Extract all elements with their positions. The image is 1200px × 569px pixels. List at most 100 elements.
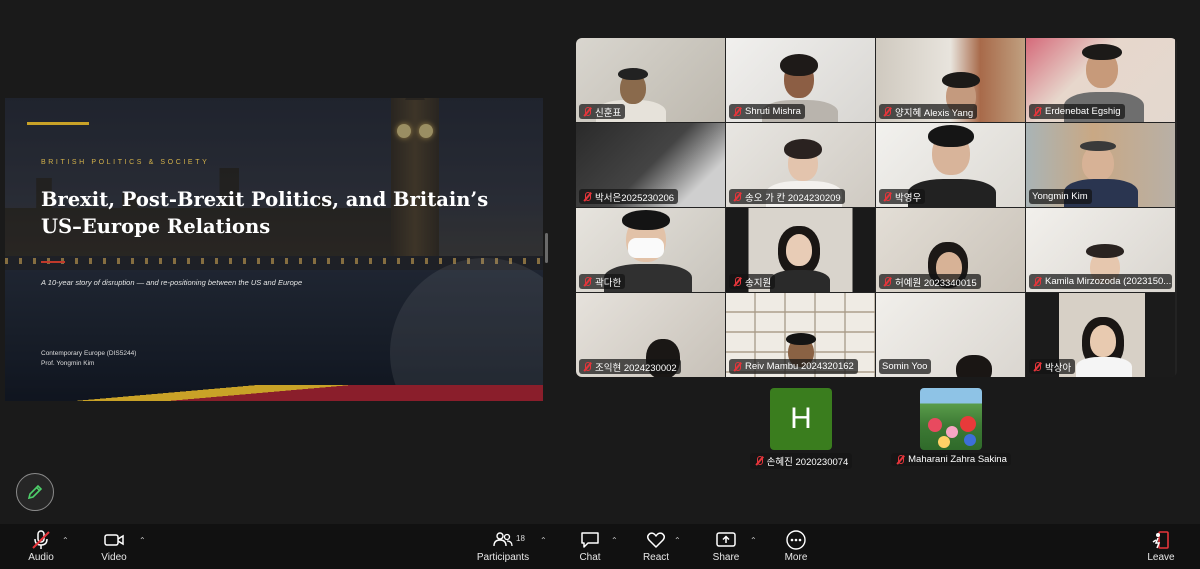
participant-name-tag: 송오 가 칸 2024230209 xyxy=(729,189,845,204)
participant-name-tag: 손혜진 2020230074 xyxy=(749,453,853,469)
video-gallery: 신훈표 Shruti Mishra 양지혜 Alexis Yang Erdene… xyxy=(576,38,1177,377)
participant-name-tag: Erdenebat Egshig xyxy=(1029,104,1125,119)
participant-name-tag: Reiv Mambu 2024320162 xyxy=(729,359,858,374)
slide-title: Brexit, Post-Brexit Politics, and Britai… xyxy=(41,188,489,238)
participant-tile[interactable]: Somin Yoo xyxy=(876,293,1025,377)
participant-name-tag: 박상아 xyxy=(1029,359,1076,374)
participant-name-tag: 신훈표 xyxy=(579,104,626,119)
participant-tile[interactable]: 송지원 xyxy=(726,208,875,292)
participant-avatar-card[interactable]: H 손혜진 2020230074 xyxy=(741,388,861,471)
mic-muted-icon xyxy=(732,106,742,117)
mic-muted-icon xyxy=(32,530,50,549)
participant-name-tag: 양지혜 Alexis Yang xyxy=(879,104,978,119)
avatar: H xyxy=(770,388,832,450)
chat-button[interactable]: Chat xyxy=(560,529,620,563)
mic-muted-icon xyxy=(582,106,592,117)
mic-muted-icon xyxy=(895,454,905,465)
participant-tile[interactable]: 허예원 2023340015 xyxy=(876,208,1025,292)
audio-label: Audio xyxy=(28,552,54,563)
react-button[interactable]: React xyxy=(626,529,686,563)
participant-tile[interactable]: 송오 가 칸 2024230209 xyxy=(726,123,875,207)
chat-label: Chat xyxy=(579,552,601,563)
mic-muted-icon xyxy=(1032,276,1042,287)
audio-button[interactable]: Audio xyxy=(11,529,71,563)
leave-button[interactable]: Leave xyxy=(1131,529,1191,563)
chat-options-chevron-icon[interactable]: ⌃ xyxy=(611,536,618,545)
share-screen-icon xyxy=(716,532,736,547)
mic-muted-icon xyxy=(582,276,592,287)
mic-muted-icon xyxy=(732,361,742,372)
video-button[interactable]: Video xyxy=(84,529,144,563)
video-options-chevron-icon[interactable]: ⌃ xyxy=(139,536,146,545)
participant-tile[interactable]: 신훈표 xyxy=(576,38,725,122)
annotate-button[interactable] xyxy=(16,473,54,511)
react-label: React xyxy=(642,552,670,563)
split-view-resize-handle[interactable] xyxy=(545,233,548,263)
participants-icon xyxy=(493,532,513,547)
participant-name-tag: 허예원 2023340015 xyxy=(879,274,981,289)
mic-muted-icon xyxy=(882,106,892,117)
participant-name-tag: 박영우 xyxy=(879,189,926,204)
participant-name-tag: Shruti Mishra xyxy=(729,104,805,119)
slide-accent-line xyxy=(27,122,89,125)
participant-tile[interactable]: 박영우 xyxy=(876,123,1025,207)
participant-name-tag: 송지원 xyxy=(729,274,776,289)
participants-count: 18 xyxy=(516,534,525,543)
participant-tile[interactable]: Erdenebat Egshig xyxy=(1026,38,1175,122)
shared-screen-slide[interactable]: BRITISH POLITICS & SOCIETY Brexit, Post-… xyxy=(5,98,543,401)
participant-name-tag: Maharani Zahra Sakina xyxy=(891,453,1011,466)
pencil-icon xyxy=(27,484,43,500)
more-icon xyxy=(786,530,806,550)
slide-course-info: Contemporary Europe (DIS5244) Prof. Yong… xyxy=(41,349,136,369)
mic-muted-icon xyxy=(582,191,592,202)
participant-tile[interactable]: 양지혜 Alexis Yang xyxy=(876,38,1025,122)
participants-options-chevron-icon[interactable]: ⌃ xyxy=(540,536,547,545)
slide-title-underline xyxy=(41,261,65,263)
participant-tile[interactable]: 조익현 2024230002 xyxy=(576,293,725,377)
participant-avatar-card[interactable]: Maharani Zahra Sakina xyxy=(878,388,1024,470)
more-button[interactable]: More xyxy=(766,529,826,563)
video-camera-icon xyxy=(104,534,124,546)
slide-footer-bar xyxy=(5,385,543,401)
participant-tile[interactable]: Shruti Mishra xyxy=(726,38,875,122)
slide-kicker: BRITISH POLITICS & SOCIETY xyxy=(41,159,210,166)
participant-name-tag: Somin Yoo xyxy=(879,359,932,374)
participant-name-tag: 박서은2025230206 xyxy=(579,189,679,204)
participant-tile[interactable]: 박상아 xyxy=(1026,293,1175,377)
meeting-toolbar: Audio ⌃ Video ⌃ Participants 18 ⌃ Chat ⌃… xyxy=(0,524,1200,569)
mic-muted-icon xyxy=(582,361,592,372)
participant-tile[interactable]: 박서은2025230206 xyxy=(576,123,725,207)
share-options-chevron-icon[interactable]: ⌃ xyxy=(750,536,757,545)
participants-label: Participants xyxy=(476,552,530,563)
mic-muted-icon xyxy=(732,191,742,202)
participant-tile[interactable]: Reiv Mambu 2024320162 xyxy=(726,293,875,377)
share-label: Share xyxy=(712,552,740,563)
video-label: Video xyxy=(101,552,127,563)
slide-subtitle: A 10-year story of disruption — and re-p… xyxy=(41,278,303,287)
participant-name-tag: Yongmin Kim xyxy=(1029,189,1092,204)
mic-muted-icon xyxy=(754,456,764,466)
participant-tile[interactable]: Kamila Mirzozoda (2023150... xyxy=(1026,208,1175,292)
mic-muted-icon xyxy=(882,191,892,202)
more-label: More xyxy=(784,552,808,563)
participant-name-tag: Kamila Mirzozoda (2023150... xyxy=(1029,274,1172,289)
mic-muted-icon xyxy=(1032,106,1042,117)
mic-muted-icon xyxy=(1032,361,1042,372)
slide-professor: Prof. Yongmin Kim xyxy=(41,360,95,367)
audio-options-chevron-icon[interactable]: ⌃ xyxy=(62,536,69,545)
react-options-chevron-icon[interactable]: ⌃ xyxy=(674,536,681,545)
participant-name-tag: 곽다한 xyxy=(579,274,626,289)
avatar xyxy=(920,388,982,450)
participant-tile-active-speaker[interactable]: Yongmin Kim xyxy=(1026,123,1175,207)
meeting-stage: BRITISH POLITICS & SOCIETY Brexit, Post-… xyxy=(0,0,1200,524)
slide-course: Contemporary Europe (DIS5244) xyxy=(41,350,137,357)
participant-name-tag: 조익현 2024230002 xyxy=(579,359,681,374)
mic-muted-icon xyxy=(882,276,892,287)
chat-icon xyxy=(581,532,599,548)
participant-tile[interactable]: 곽다한 xyxy=(576,208,725,292)
leave-icon xyxy=(1152,531,1169,549)
mic-muted-icon xyxy=(732,276,742,287)
heart-icon xyxy=(646,532,666,548)
share-button[interactable]: Share xyxy=(696,529,756,563)
leave-label: Leave xyxy=(1147,552,1175,563)
